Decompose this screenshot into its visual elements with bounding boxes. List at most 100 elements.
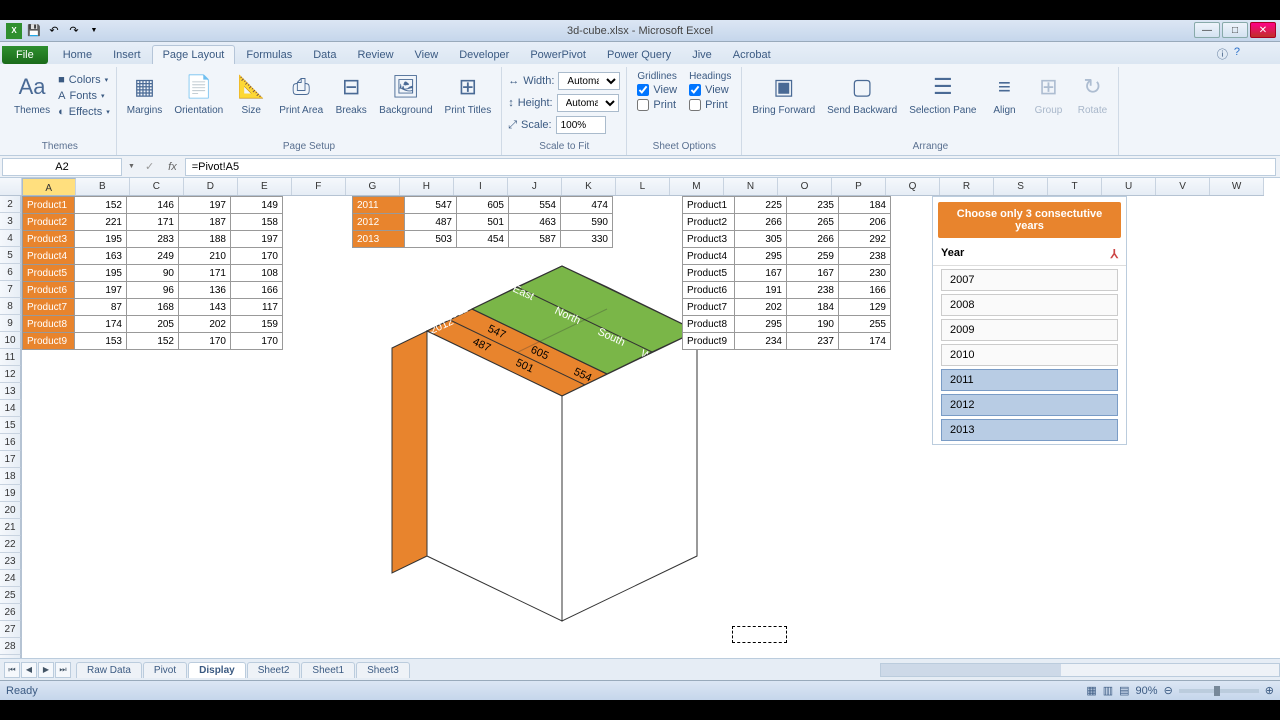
cell[interactable]: 159 (231, 316, 283, 333)
row-header[interactable]: 24 (0, 570, 21, 587)
cell[interactable]: Product2 (23, 214, 75, 231)
slicer-item[interactable]: 2012 (941, 394, 1118, 416)
tab-jive[interactable]: Jive (682, 46, 722, 64)
margins-button[interactable]: ▦Margins (123, 69, 167, 118)
cell[interactable]: 184 (839, 197, 891, 214)
cell[interactable]: 170 (179, 333, 231, 350)
col-header[interactable]: E (238, 178, 292, 195)
align-button[interactable]: ≡Align (984, 69, 1024, 118)
effects-button[interactable]: ◐Effects▾ (58, 105, 110, 119)
cell[interactable]: 129 (839, 299, 891, 316)
view-break-icon[interactable]: ▤ (1119, 684, 1129, 697)
col-header[interactable]: R (940, 178, 994, 195)
cell[interactable]: Product1 (23, 197, 75, 214)
row-header[interactable]: 4 (0, 230, 21, 247)
slicer-item[interactable]: 2011 (941, 369, 1118, 391)
row-header[interactable]: 11 (0, 349, 21, 366)
cell[interactable]: 454 (457, 231, 509, 248)
redo-icon[interactable]: ↷ (66, 23, 82, 39)
hscroll-bar[interactable] (880, 663, 1280, 677)
tab-developer[interactable]: Developer (449, 46, 519, 64)
slicer-item[interactable]: 2008 (941, 294, 1118, 316)
cell[interactable]: 87 (75, 299, 127, 316)
cell[interactable]: 171 (127, 214, 179, 231)
minimize-button[interactable]: — (1194, 22, 1220, 38)
cell[interactable]: 235 (787, 197, 839, 214)
cell[interactable]: 503 (405, 231, 457, 248)
size-button[interactable]: 📐Size (231, 69, 271, 118)
cell[interactable]: 171 (179, 265, 231, 282)
cell[interactable]: 190 (787, 316, 839, 333)
col-header[interactable]: P (832, 178, 886, 195)
col-header[interactable]: C (130, 178, 184, 195)
slicer-item[interactable]: 2009 (941, 319, 1118, 341)
print-titles-button[interactable]: ⊞Print Titles (441, 69, 496, 118)
row-header[interactable]: 19 (0, 485, 21, 502)
cell[interactable]: 249 (127, 248, 179, 265)
row-header[interactable]: 16 (0, 434, 21, 451)
cell[interactable]: 152 (127, 333, 179, 350)
cell[interactable]: 188 (179, 231, 231, 248)
slicer-item[interactable]: 2010 (941, 344, 1118, 366)
sheet-tab[interactable]: Pivot (143, 662, 187, 678)
col-header[interactable]: K (562, 178, 616, 195)
col-header[interactable]: N (724, 178, 778, 195)
col-header[interactable]: V (1156, 178, 1210, 195)
cell[interactable]: 197 (179, 197, 231, 214)
row-header[interactable]: 18 (0, 468, 21, 485)
cell[interactable]: 174 (839, 333, 891, 350)
row-header[interactable]: 7 (0, 281, 21, 298)
cell[interactable]: Product2 (683, 214, 735, 231)
row-header[interactable]: 29 (0, 655, 21, 658)
col-header[interactable]: F (292, 178, 346, 195)
cell[interactable]: 152 (75, 197, 127, 214)
zoom-out-button[interactable]: ⊖ (1164, 684, 1173, 697)
cell[interactable]: 266 (787, 231, 839, 248)
cell[interactable]: 174 (75, 316, 127, 333)
cell[interactable]: Product5 (683, 265, 735, 282)
col-header[interactable]: J (508, 178, 562, 195)
cell[interactable]: Product7 (683, 299, 735, 316)
print-area-button[interactable]: ⎙Print Area (275, 69, 327, 118)
cell[interactable]: Product3 (683, 231, 735, 248)
col-header[interactable]: G (346, 178, 400, 195)
row-header[interactable]: 20 (0, 502, 21, 519)
col-header[interactable]: A (22, 178, 76, 196)
cell[interactable]: 146 (127, 197, 179, 214)
cell[interactable]: 487 (405, 214, 457, 231)
cell[interactable]: 168 (127, 299, 179, 316)
formula-bar[interactable]: =Pivot!A5 (185, 158, 1276, 176)
group-button[interactable]: ⊞Group (1028, 69, 1068, 118)
height-select[interactable]: Automatic (557, 94, 619, 112)
save-icon[interactable]: 💾 (26, 23, 42, 39)
minimize-ribbon-icon[interactable]: ⓘ (1217, 46, 1228, 62)
cell[interactable]: 170 (231, 333, 283, 350)
cell[interactable]: 590 (561, 214, 613, 231)
cell[interactable]: 474 (561, 197, 613, 214)
row-header[interactable]: 14 (0, 400, 21, 417)
cell[interactable]: 225 (735, 197, 787, 214)
tab-file[interactable]: File (2, 46, 48, 64)
cell[interactable]: 463 (509, 214, 561, 231)
cell[interactable]: 158 (231, 214, 283, 231)
zoom-value[interactable]: 90% (1136, 685, 1158, 697)
row-header[interactable]: 25 (0, 587, 21, 604)
cell[interactable]: 108 (231, 265, 283, 282)
cell[interactable]: 295 (735, 316, 787, 333)
tab-home[interactable]: Home (53, 46, 102, 64)
cell[interactable]: 197 (231, 231, 283, 248)
col-header[interactable]: B (76, 178, 130, 195)
row-header[interactable]: 21 (0, 519, 21, 536)
breaks-button[interactable]: ⊟Breaks (331, 69, 371, 118)
cell[interactable]: 184 (787, 299, 839, 316)
row-header[interactable]: 9 (0, 315, 21, 332)
close-button[interactable]: ✕ (1250, 22, 1276, 38)
row-header[interactable]: 17 (0, 451, 21, 468)
row-header[interactable]: 2 (0, 196, 21, 213)
colors-button[interactable]: ■Colors▾ (58, 73, 110, 87)
headings-view-checkbox[interactable] (689, 84, 701, 96)
cell[interactable]: 167 (735, 265, 787, 282)
qat-dropdown-icon[interactable]: ▼ (86, 23, 102, 39)
cell[interactable]: 117 (231, 299, 283, 316)
view-normal-icon[interactable]: ▦ (1086, 684, 1096, 697)
